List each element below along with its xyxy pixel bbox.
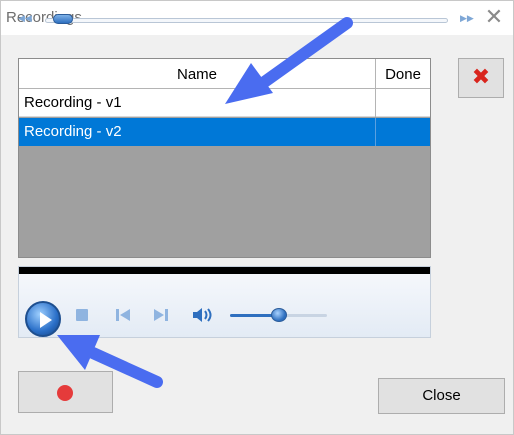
record-button[interactable] xyxy=(18,371,113,413)
recording-done xyxy=(376,89,430,117)
close-button[interactable]: Close xyxy=(378,378,505,414)
recording-name: Recording - v2 xyxy=(19,118,376,146)
recording-name: Recording - v1 xyxy=(19,89,376,117)
fast-forward-icon[interactable]: ▶▶ xyxy=(460,14,474,24)
volume-thumb[interactable] xyxy=(270,308,287,322)
seek-thumb[interactable] xyxy=(52,14,73,24)
close-icon[interactable]: ✕ xyxy=(481,5,507,31)
next-track-icon[interactable] xyxy=(152,306,170,324)
speaker-icon[interactable] xyxy=(192,306,214,324)
list-item-selected[interactable]: Recording - v2 xyxy=(19,118,430,146)
recordings-dialog: Recordings ✕ Name Done Recording - v1 Re… xyxy=(0,0,514,435)
media-player xyxy=(18,266,431,338)
play-button[interactable] xyxy=(25,301,61,337)
stop-icon[interactable] xyxy=(76,309,88,321)
play-icon xyxy=(40,312,52,328)
delete-x-icon: ✖ xyxy=(471,65,491,90)
column-header-done[interactable]: Done xyxy=(376,59,430,88)
list-item[interactable]: Recording - v1 xyxy=(19,89,430,117)
recordings-list[interactable]: Name Done Recording - v1 Recording - v2 xyxy=(18,58,431,258)
delete-button[interactable]: ✖ xyxy=(458,58,504,98)
column-header-name[interactable]: Name xyxy=(19,59,376,88)
previous-track-icon[interactable] xyxy=(114,306,132,324)
list-header: Name Done xyxy=(19,59,430,89)
recording-done xyxy=(376,118,430,146)
seek-bar[interactable] xyxy=(45,18,448,23)
rewind-icon[interactable]: ◀◀ xyxy=(18,14,32,24)
player-video-area xyxy=(19,267,430,274)
record-dot-icon xyxy=(57,385,73,401)
